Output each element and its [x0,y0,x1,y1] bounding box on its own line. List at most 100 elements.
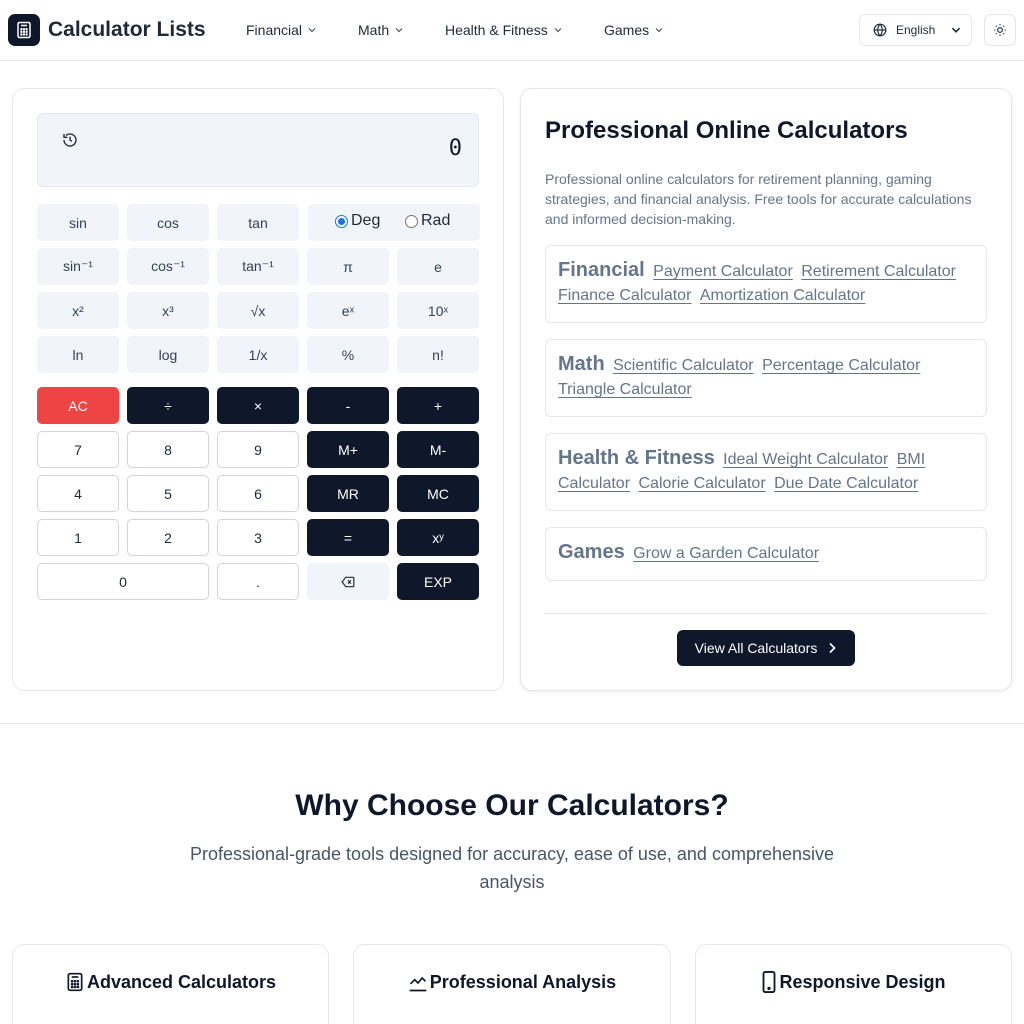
view-all-label: View All Calculators [694,640,818,656]
key-memory-clear[interactable]: MC [397,475,479,512]
key-acos[interactable]: cos⁻¹ [127,248,209,285]
chevron-down-icon [655,28,663,33]
trend-line-icon [409,976,427,992]
theme-toggle-button[interactable] [984,14,1016,46]
feature-title: Professional Analysis [429,972,617,992]
deg-radio[interactable] [335,214,348,228]
link-retirement-calculator[interactable]: Retirement Calculator [801,263,956,280]
key-cos[interactable]: cos [127,204,209,241]
language-select[interactable]: English [859,14,972,46]
category-title[interactable]: Health & Fitness [558,447,715,469]
key-pi[interactable]: π [307,248,389,285]
nav-health-fitness[interactable]: Health & Fitness [445,21,563,39]
smartphone-icon [763,971,776,993]
backspace-icon [341,576,355,587]
chevron-right-icon [829,642,836,654]
key-atan[interactable]: tan⁻¹ [217,248,299,285]
display-value: 0 [448,136,462,161]
link-scientific-calculator[interactable]: Scientific Calculator [613,357,754,374]
key-decimal[interactable]: . [217,563,299,600]
key-3[interactable]: 3 [217,519,299,556]
scientific-calculator: 0 sin cos tan Deg Rad sin⁻¹ cos⁻¹ tan⁻¹ … [12,88,504,691]
link-percentage-calculator[interactable]: Percentage Calculator [762,357,920,374]
key-all-clear[interactable]: AC [37,387,119,424]
link-grow-a-garden-calculator[interactable]: Grow a Garden Calculator [633,545,819,562]
key-power[interactable]: xʸ [397,519,479,556]
category-title[interactable]: Games [558,541,625,563]
key-5[interactable]: 5 [127,475,209,512]
key-factorial[interactable]: n! [397,336,479,373]
category-financial: Financial Payment Calculator Retirement … [545,245,987,323]
link-finance-calculator[interactable]: Finance Calculator [558,287,691,304]
link-payment-calculator[interactable]: Payment Calculator [653,263,793,280]
feature-card-analysis: Professional Analysis [353,944,671,1024]
calculator-icon [67,972,83,992]
key-multiply[interactable]: × [217,387,299,424]
calculators-overview-card: Professional Online Calculators Professi… [520,88,1012,691]
chevron-down-icon [308,28,316,33]
site-header: Calculator Lists Financial Math Health &… [0,0,1024,61]
why-title: Why Choose Our Calculators? [295,789,729,822]
link-calorie-calculator[interactable]: Calorie Calculator [638,475,765,492]
key-2[interactable]: 2 [127,519,209,556]
nav-games[interactable]: Games [604,21,664,39]
key-backspace[interactable] [307,563,389,600]
key-percent[interactable]: % [307,336,389,373]
key-add[interactable]: + [397,387,479,424]
key-asin[interactable]: sin⁻¹ [37,248,119,285]
brand-name[interactable]: Calculator Lists [48,18,206,42]
key-memory-recall[interactable]: MR [307,475,389,512]
category-games: Games Grow a Garden Calculator [545,527,987,581]
key-memory-add[interactable]: M+ [307,431,389,468]
globe-icon [873,23,887,37]
nav-label: Financial [246,22,303,38]
feature-title: Responsive Design [779,972,946,992]
angle-mode-group: Deg Rad [308,204,480,241]
deg-radio-option[interactable]: Deg [335,212,380,230]
view-all-calculators-button[interactable]: View All Calculators [677,630,855,666]
key-7[interactable]: 7 [37,431,119,468]
key-reciprocal[interactable]: 1/x [217,336,299,373]
key-memory-subtract[interactable]: M- [397,431,479,468]
divider [545,613,987,614]
key-4[interactable]: 4 [37,475,119,512]
key-sin[interactable]: sin [37,204,119,241]
key-1[interactable]: 1 [37,519,119,556]
key-divide[interactable]: ÷ [127,387,209,424]
info-description: Professional online calculators for reti… [545,171,972,227]
rad-radio[interactable] [405,214,418,228]
link-amortization-calculator[interactable]: Amortization Calculator [700,287,865,304]
key-subtract[interactable]: - [307,387,389,424]
nav-label: Health & Fitness [445,22,548,38]
key-e[interactable]: e [397,248,479,285]
key-exp[interactable]: EXP [397,563,479,600]
history-icon[interactable] [62,132,78,153]
category-title[interactable]: Financial [558,259,645,281]
feature-card-advanced: Advanced Calculators [12,944,329,1024]
feature-title: Advanced Calculators [86,972,277,992]
key-8[interactable]: 8 [127,431,209,468]
key-log[interactable]: log [127,336,209,373]
key-0[interactable]: 0 [37,563,209,600]
rad-radio-option[interactable]: Rad [405,212,450,230]
key-6[interactable]: 6 [217,475,299,512]
key-ten-pow[interactable]: 10ˣ [397,292,479,329]
key-ln[interactable]: ln [37,336,119,373]
nav-math[interactable]: Math [358,21,404,39]
logo[interactable] [8,14,40,46]
category-title[interactable]: Math [558,353,605,375]
rad-label: Rad [421,212,451,229]
key-cube[interactable]: x³ [127,292,209,329]
key-tan[interactable]: tan [217,204,299,241]
link-triangle-calculator[interactable]: Triangle Calculator [558,381,692,398]
info-title: Professional Online Calculators [545,117,908,144]
key-sqrt[interactable]: √x [217,292,299,329]
key-square[interactable]: x² [37,292,119,329]
key-exp-e[interactable]: eˣ [307,292,389,329]
key-9[interactable]: 9 [217,431,299,468]
nav-financial[interactable]: Financial [246,21,317,39]
key-equals[interactable]: = [307,519,389,556]
link-ideal-weight-calculator[interactable]: Ideal Weight Calculator [723,451,888,468]
nav-label: Games [604,22,650,38]
link-due-date-calculator[interactable]: Due Date Calculator [774,475,918,492]
